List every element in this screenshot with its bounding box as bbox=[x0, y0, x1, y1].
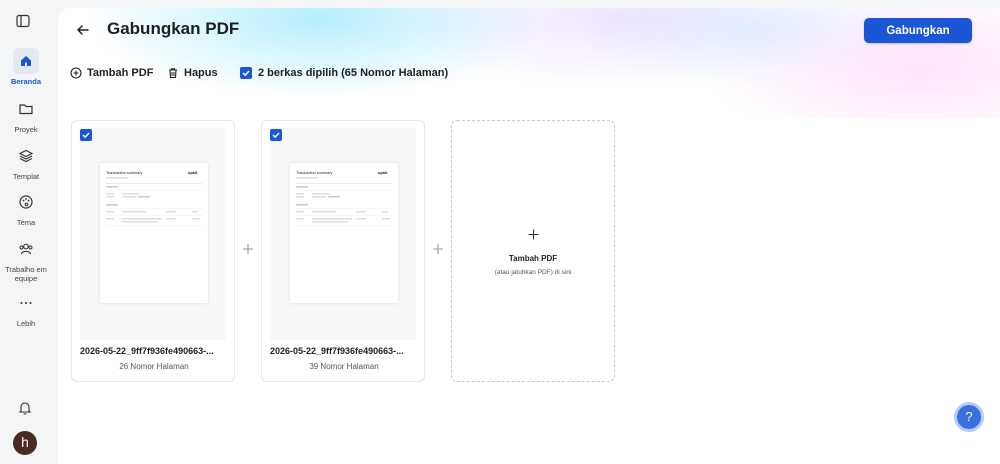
insert-plus-icon[interactable] bbox=[432, 242, 444, 254]
thumb-title: Transaction summary bbox=[296, 171, 332, 175]
sidebar-item-label: Proyek bbox=[14, 125, 38, 134]
delete-button[interactable]: Hapus bbox=[167, 65, 218, 81]
selection-summary: 2 berkas dipilih (65 Nomor Halaman) bbox=[258, 67, 449, 79]
help-button[interactable]: ? bbox=[957, 405, 981, 429]
file-checkbox[interactable] bbox=[80, 129, 92, 141]
plus-icon bbox=[528, 227, 539, 245]
sidebar-item-label: Lebih bbox=[16, 319, 36, 328]
sidebar-item-team[interactable]: Trabalho em equipe bbox=[0, 236, 52, 283]
add-pdf-dropzone-hint: (atau jatuhkan PDF) di sini bbox=[494, 269, 572, 276]
sidebar-item-label: Templat bbox=[12, 172, 40, 181]
folder-icon bbox=[13, 96, 39, 122]
thumb-brand: upbit bbox=[378, 171, 388, 175]
layers-icon bbox=[13, 143, 39, 169]
delete-label: Hapus bbox=[184, 67, 218, 79]
home-icon bbox=[13, 48, 39, 74]
sidebar-item-beranda[interactable]: Beranda bbox=[0, 48, 52, 86]
sidebar-item-label: Beranda bbox=[10, 77, 41, 86]
add-pdf-button[interactable]: Tambah PDF bbox=[70, 65, 153, 81]
file-checkbox[interactable] bbox=[270, 129, 282, 141]
select-all-toggle[interactable]: 2 berkas dipilih (65 Nomor Halaman) bbox=[240, 65, 448, 81]
sidebar-item-label: Trabalho em equipe bbox=[5, 265, 47, 283]
trash-icon bbox=[169, 68, 177, 79]
sidebar-item-templat[interactable]: Templat bbox=[0, 143, 52, 181]
back-arrow-icon[interactable] bbox=[74, 21, 92, 39]
sidebar-item-tema[interactable]: Tema bbox=[0, 189, 52, 227]
file-name: 2026-05-22_9ff7f936fe490663-... bbox=[80, 346, 214, 356]
checkmark-icon bbox=[242, 70, 250, 77]
merge-button[interactable]: Gabungkan bbox=[864, 18, 972, 43]
page-preview: Transaction summary upbit bbox=[290, 163, 398, 303]
select-all-checkbox[interactable] bbox=[240, 67, 252, 79]
add-pdf-dropzone[interactable]: Tambah PDF (atau jatuhkan PDF) di sini bbox=[451, 120, 615, 382]
add-pdf-label: Tambah PDF bbox=[87, 67, 154, 79]
file-thumbnail: Transaction summary upbit bbox=[80, 127, 226, 340]
page-title: Gabungkan PDF bbox=[107, 19, 240, 38]
file-card[interactable]: Transaction summary upbit 2026-05-22_9ff… bbox=[261, 120, 425, 382]
avatar[interactable]: h bbox=[13, 431, 37, 455]
insert-plus-icon[interactable] bbox=[242, 242, 254, 254]
page-preview: Transaction summary upbit bbox=[100, 163, 208, 303]
checkmark-icon bbox=[82, 132, 90, 139]
sidebar-item-label: Tema bbox=[16, 218, 36, 227]
sidebar-item-lebih[interactable]: Lebih bbox=[0, 290, 52, 328]
sidebar-toggle-icon[interactable] bbox=[16, 14, 34, 32]
file-name: 2026-05-22_9ff7f936fe490663-... bbox=[270, 346, 404, 356]
team-icon bbox=[13, 236, 39, 262]
page-count: 39 Nomor Halaman bbox=[309, 362, 379, 371]
palette-icon bbox=[13, 189, 39, 215]
thumb-title: Transaction summary bbox=[106, 171, 142, 175]
main-panel: Gabungkan PDF Gabungkan Tambah PDF Hapus… bbox=[58, 8, 1000, 464]
thumb-brand: upbit bbox=[188, 171, 198, 175]
page-count: 26 Nomor Halaman bbox=[119, 362, 189, 371]
plus-circle-icon bbox=[70, 67, 82, 79]
checkmark-icon bbox=[272, 132, 280, 139]
sidebar: Beranda Proyek Templat Tema Trabalho em … bbox=[0, 0, 52, 464]
file-card[interactable]: Transaction summary upbit 2026-05-22_9ff… bbox=[71, 120, 235, 382]
bell-icon[interactable] bbox=[17, 400, 33, 421]
file-thumbnail: Transaction summary upbit bbox=[270, 127, 416, 340]
more-icon bbox=[13, 290, 39, 316]
sidebar-item-proyek[interactable]: Proyek bbox=[0, 96, 52, 134]
add-pdf-dropzone-label: Tambah PDF bbox=[508, 254, 558, 263]
